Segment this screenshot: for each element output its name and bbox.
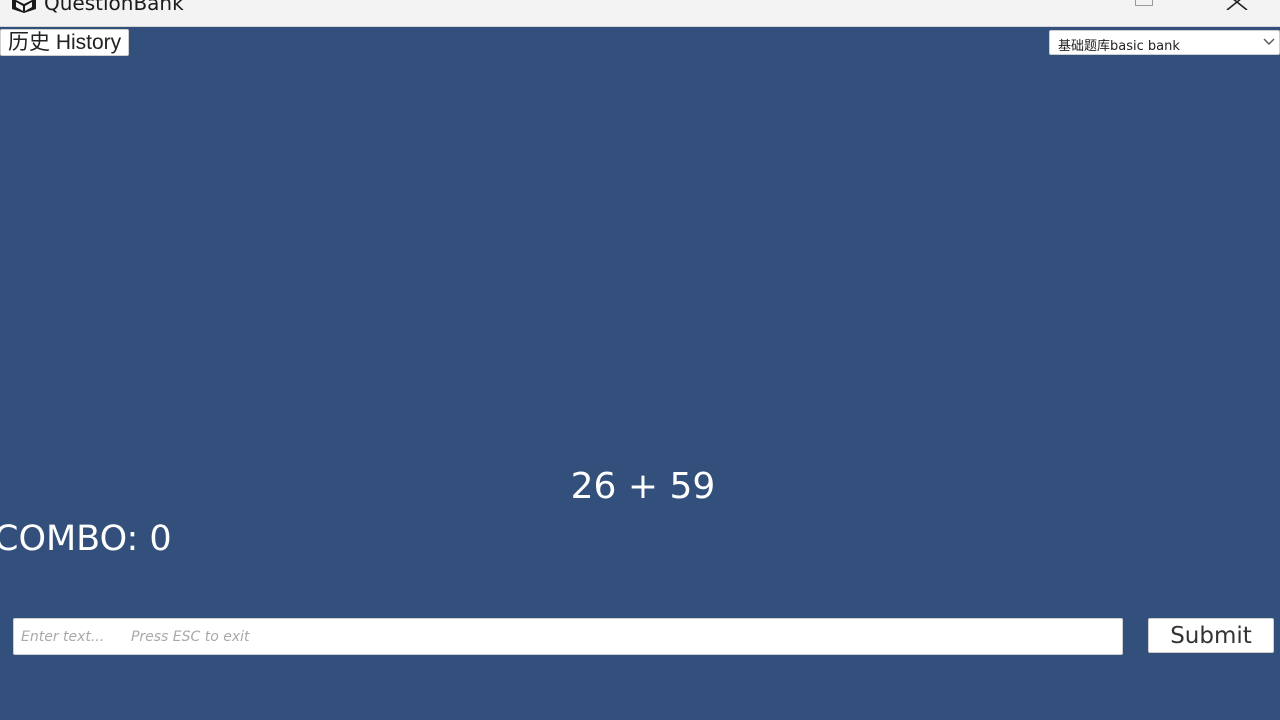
history-button[interactable]: 历史 History — [0, 29, 130, 56]
unity-cube-icon — [10, 0, 38, 13]
game-canvas — [0, 27, 1280, 720]
question-text: 26 + 59 — [570, 466, 716, 507]
close-icon — [1226, 0, 1248, 10]
close-button[interactable] — [1214, 0, 1260, 26]
question-bank-select[interactable]: 基础题库basic bank — [1049, 30, 1280, 55]
combo-counter: COMBO: 0 — [0, 519, 172, 559]
maximize-button[interactable] — [1120, 0, 1166, 26]
window-title: QuestionBank — [44, 0, 184, 15]
maximize-icon — [1135, 0, 1153, 6]
bank-select-value: 基础题库basic bank — [1058, 39, 1180, 54]
submit-button[interactable]: Submit — [1148, 618, 1274, 653]
answer-input[interactable] — [13, 618, 1123, 655]
window-titlebar: QuestionBank — [0, 0, 1280, 27]
chevron-down-icon — [1263, 38, 1275, 45]
